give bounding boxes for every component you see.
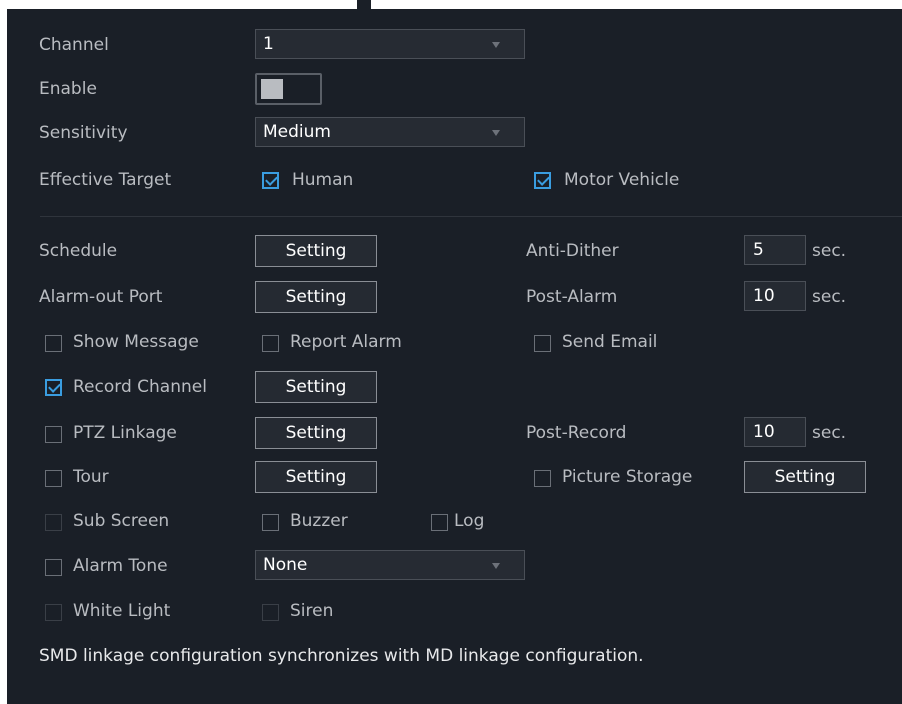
tour-setting-button[interactable]: Setting (255, 461, 377, 493)
send-email-checkbox[interactable] (534, 335, 551, 352)
ptz-linkage-checkbox[interactable] (45, 426, 62, 443)
chevron-down-icon (492, 563, 500, 569)
alarm-tone-label: Alarm Tone (73, 556, 168, 576)
sub-screen-checkbox[interactable] (45, 514, 62, 531)
ptz-linkage-label: PTZ Linkage (73, 423, 177, 443)
record-channel-label: Record Channel (73, 377, 207, 397)
sensitivity-select[interactable]: Medium (255, 117, 525, 147)
alarm-tone-select-value: None (263, 555, 308, 575)
show-message-label: Show Message (73, 332, 199, 352)
chevron-down-icon (492, 42, 500, 48)
motor-vehicle-label: Motor Vehicle (564, 170, 680, 190)
human-label: Human (292, 170, 354, 190)
enable-label: Enable (39, 79, 97, 99)
log-checkbox[interactable] (431, 514, 448, 531)
buzzer-checkbox[interactable] (262, 514, 279, 531)
alarm-tone-checkbox[interactable] (45, 559, 62, 576)
title-tab-fragment (357, 0, 371, 9)
white-light-checkbox[interactable] (45, 604, 62, 621)
record-channel-checkbox[interactable] (45, 379, 62, 396)
human-checkbox[interactable] (262, 172, 279, 189)
alarm-out-port-label: Alarm-out Port (39, 287, 163, 307)
sensitivity-label: Sensitivity (39, 123, 128, 143)
post-alarm-input[interactable]: 10 (744, 281, 806, 311)
channel-select-value: 1 (263, 34, 274, 54)
tour-checkbox[interactable] (45, 470, 62, 487)
motor-vehicle-checkbox[interactable] (534, 172, 551, 189)
smd-settings-panel: Channel 1 Enable Sensitivity Medium Effe… (7, 0, 902, 704)
post-record-unit: sec. (812, 423, 847, 443)
toggle-knob (261, 79, 283, 99)
sub-screen-label: Sub Screen (73, 511, 170, 531)
channel-label: Channel (39, 35, 109, 55)
chevron-down-icon (492, 130, 500, 136)
siren-checkbox[interactable] (262, 604, 279, 621)
post-record-label: Post-Record (526, 423, 627, 443)
post-alarm-label: Post-Alarm (526, 287, 618, 307)
section-divider (40, 216, 902, 217)
tour-label: Tour (73, 467, 109, 487)
ptz-linkage-setting-button[interactable]: Setting (255, 417, 377, 449)
enable-toggle[interactable] (255, 73, 322, 105)
record-channel-setting-button[interactable]: Setting (255, 371, 377, 403)
post-record-input[interactable]: 10 (744, 417, 806, 447)
white-light-label: White Light (73, 601, 171, 621)
log-label: Log (454, 511, 485, 531)
alarm-out-port-setting-button[interactable]: Setting (255, 281, 377, 313)
picture-storage-setting-button[interactable]: Setting (744, 461, 866, 493)
schedule-setting-button[interactable]: Setting (255, 235, 377, 267)
anti-dither-unit: sec. (812, 241, 847, 261)
picture-storage-checkbox[interactable] (534, 470, 551, 487)
anti-dither-input[interactable]: 5 (744, 235, 806, 265)
sensitivity-select-value: Medium (263, 122, 331, 142)
anti-dither-label: Anti-Dither (526, 241, 619, 261)
linkage-note: SMD linkage configuration synchronizes w… (39, 646, 644, 666)
alarm-tone-select[interactable]: None (255, 550, 525, 580)
send-email-label: Send Email (562, 332, 658, 352)
siren-label: Siren (290, 601, 334, 621)
effective-target-label: Effective Target (39, 170, 172, 190)
report-alarm-checkbox[interactable] (262, 335, 279, 352)
picture-storage-label: Picture Storage (562, 467, 693, 487)
schedule-label: Schedule (39, 241, 118, 261)
post-alarm-unit: sec. (812, 287, 847, 307)
show-message-checkbox[interactable] (45, 335, 62, 352)
report-alarm-label: Report Alarm (290, 332, 402, 352)
buzzer-label: Buzzer (290, 511, 348, 531)
channel-select[interactable]: 1 (255, 29, 525, 59)
